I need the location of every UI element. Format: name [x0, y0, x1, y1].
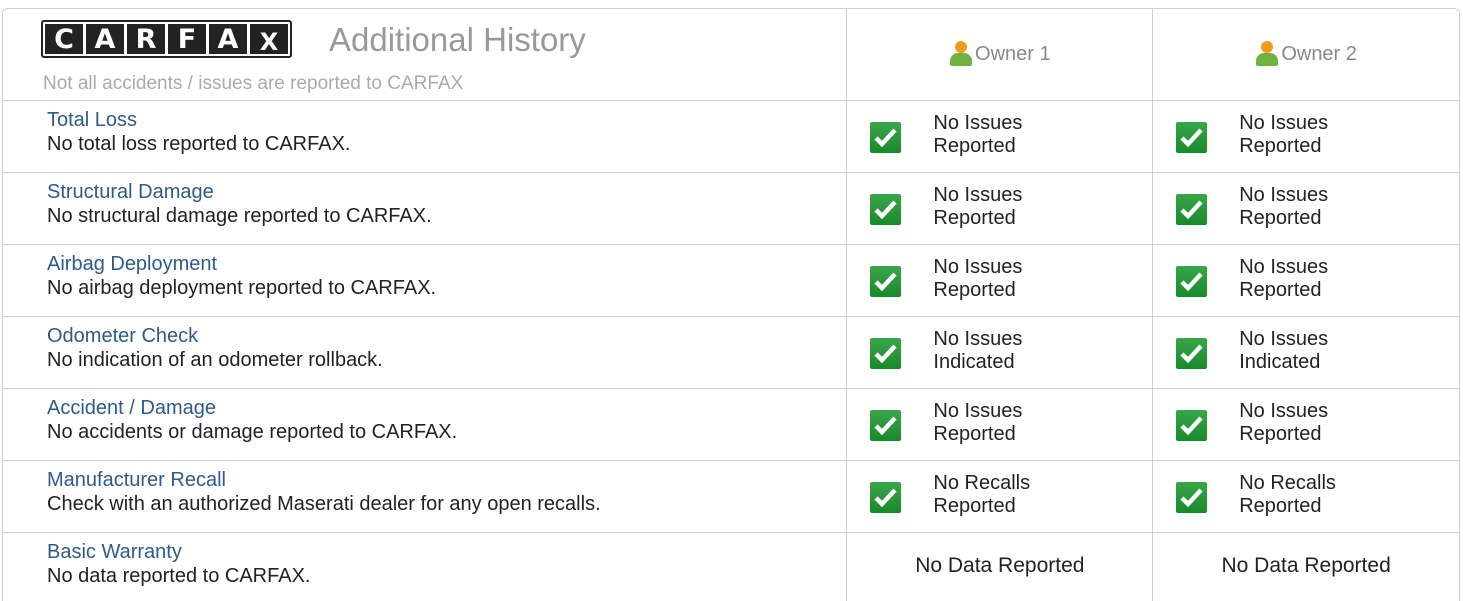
table-header: C A R F A X Additional History Not all a…: [3, 9, 1459, 101]
person-icon: [949, 41, 973, 67]
status-line-1: No Recalls: [1239, 472, 1336, 494]
carfax-logo: C A R F A X: [41, 20, 292, 58]
table-row: Accident / Damage No accidents or damage …: [3, 389, 1459, 461]
table-row: Manufacturer Recall Check with an authori…: [3, 461, 1459, 533]
status-line-2: Indicated: [1239, 351, 1321, 373]
status-line-2: Reported: [933, 207, 1016, 229]
owner-2-status: No Issues Reported: [1153, 101, 1459, 172]
owner-1-status: No Issues Reported: [847, 245, 1152, 316]
header-main-cell: C A R F A X Additional History Not all a…: [3, 9, 848, 100]
status-line-2: Reported: [933, 495, 1016, 517]
checkmark-icon: [870, 338, 902, 369]
checkmark-icon: [1176, 410, 1208, 441]
status-line-2: Reported: [1239, 207, 1322, 229]
row-title-link[interactable]: Airbag Deployment: [47, 253, 217, 276]
status-line-2: Reported: [933, 135, 1016, 157]
checkmark-icon: [1176, 194, 1208, 225]
status-line-1: No Issues: [933, 328, 1023, 350]
row-description: No airbag deployment reported to CARFAX.: [47, 277, 437, 299]
checkmark-icon: [870, 410, 902, 441]
row-description: No structural damage reported to CARFAX.: [47, 205, 432, 227]
logo-letter: A: [209, 24, 247, 55]
owner-1-status: No Issues Reported: [847, 173, 1152, 244]
row-title-link[interactable]: Odometer Check: [47, 325, 198, 348]
checkmark-icon: [870, 194, 902, 225]
checkmark-icon: [1176, 266, 1208, 297]
owner-1-label: Owner 1: [975, 42, 1051, 65]
table-row: Structural Damage No structural damage re…: [3, 173, 1459, 245]
table-row: Total Loss No total loss reported to CARF…: [3, 101, 1459, 173]
row-title-link[interactable]: Manufacturer Recall: [47, 469, 226, 492]
table-row: Basic Warranty No data reported to CARFAX…: [3, 533, 1459, 601]
row-title-link[interactable]: Accident / Damage: [47, 397, 216, 420]
logo-letter: F: [168, 24, 206, 55]
status-line-1: No Issues: [1239, 112, 1329, 134]
row-description: No data reported to CARFAX.: [47, 565, 311, 587]
owner-2-status: No Issues Indicated: [1153, 317, 1459, 388]
status-line-1: No Recalls: [933, 472, 1031, 494]
status-line-1: No Issues: [1239, 256, 1329, 278]
status-line-1: No Issues: [933, 256, 1023, 278]
additional-history-table: C A R F A X Additional History Not all a…: [2, 8, 1460, 601]
owner-1-status: No Recalls Reported: [847, 461, 1152, 532]
owner-2-no-data: No Data Reported: [1221, 554, 1391, 577]
row-description: Check with an authorized Maserati dealer…: [47, 493, 601, 515]
row-description: No indication of an odometer rollback.: [47, 349, 383, 371]
owner-2-status: No Issues Reported: [1153, 173, 1459, 244]
row-title-link[interactable]: Total Loss: [47, 109, 137, 132]
checkmark-icon: [870, 482, 902, 513]
logo-letter: A: [86, 24, 124, 55]
status-line-1: No Issues: [1239, 400, 1329, 422]
checkmark-icon: [870, 122, 902, 153]
checkmark-icon: [1176, 482, 1208, 513]
status-line-2: Reported: [933, 423, 1016, 445]
status-line-2: Reported: [933, 279, 1016, 301]
status-line-1: No Issues: [933, 400, 1023, 422]
status-line-1: No Issues: [1239, 328, 1329, 350]
owner-1-status: No Issues Reported: [847, 101, 1152, 172]
logo-letter: C: [45, 24, 83, 55]
status-line-2: Reported: [1239, 135, 1322, 157]
table-row: Odometer Check No indication of an odomet…: [3, 317, 1459, 389]
owner-2-header: Owner 2: [1153, 9, 1459, 100]
owner-1-no-data: No Data Reported: [915, 554, 1085, 577]
table-row: Airbag Deployment No airbag deployment re…: [3, 245, 1459, 317]
owner-2-label: Owner 2: [1281, 42, 1357, 65]
status-line-2: Indicated: [933, 351, 1015, 373]
logo-letter: R: [127, 24, 165, 55]
section-subtitle: Not all accidents / issues are reported …: [43, 73, 464, 94]
status-line-2: Reported: [1239, 423, 1322, 445]
checkmark-icon: [1176, 338, 1208, 369]
owner-2-status: No Recalls Reported: [1153, 461, 1459, 532]
owner-2-status: No Issues Reported: [1153, 245, 1459, 316]
owner-1-status: No Issues Reported: [847, 389, 1152, 460]
checkmark-icon: [870, 266, 902, 297]
owner-1-status: No Issues Indicated: [847, 317, 1152, 388]
owner-2-status: No Issues Reported: [1153, 389, 1459, 460]
owner-1-header: Owner 1: [847, 9, 1154, 100]
person-icon: [1255, 41, 1279, 67]
row-title-link[interactable]: Basic Warranty: [47, 541, 182, 564]
status-line-1: No Issues: [1239, 184, 1329, 206]
logo-letter: X: [250, 24, 288, 56]
status-line-2: Reported: [1239, 279, 1322, 301]
status-line-1: No Issues: [933, 184, 1023, 206]
status-line-1: No Issues: [933, 112, 1023, 134]
row-description: No total loss reported to CARFAX.: [47, 133, 351, 155]
section-title: Additional History: [329, 21, 586, 58]
checkmark-icon: [1176, 122, 1208, 153]
row-description: No accidents or damage reported to CARFA…: [47, 421, 458, 443]
status-line-2: Reported: [1239, 495, 1322, 517]
row-title-link[interactable]: Structural Damage: [47, 181, 214, 204]
